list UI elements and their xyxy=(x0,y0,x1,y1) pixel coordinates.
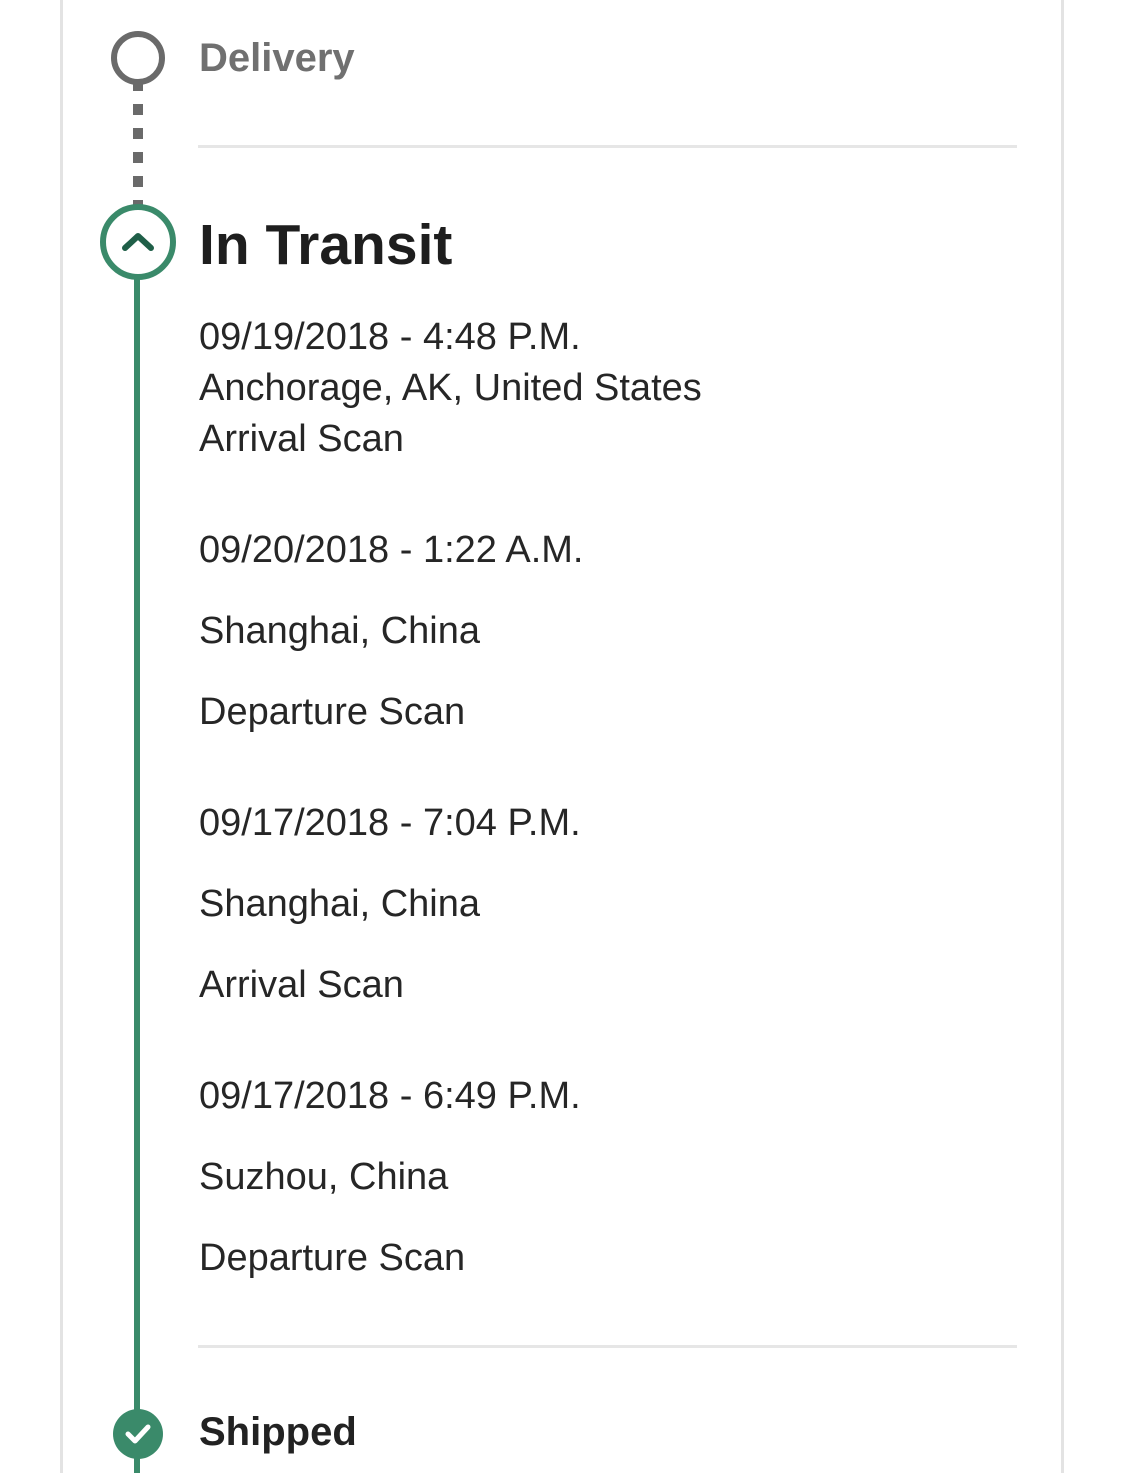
step-label-delivery: Delivery xyxy=(199,36,355,80)
event-location: Anchorage, AK, United States xyxy=(199,367,702,409)
step-label-in-transit: In Transit xyxy=(199,213,453,277)
check-icon xyxy=(125,1424,151,1444)
panel-right-border xyxy=(1061,0,1064,1473)
event-location: Shanghai, China xyxy=(199,883,480,925)
divider xyxy=(198,1345,1017,1348)
chevron-up-icon xyxy=(122,233,154,251)
event-activity: Departure Scan xyxy=(199,1237,466,1279)
timeline-pending-connector xyxy=(133,80,143,206)
event-location: Suzhou, China xyxy=(199,1156,449,1198)
event-activity: Arrival Scan xyxy=(199,964,404,1006)
empty-circle-icon xyxy=(111,31,165,85)
timeline-progress-connector xyxy=(134,276,140,1473)
event-activity: Departure Scan xyxy=(199,691,466,733)
check-circle-icon xyxy=(113,1409,163,1459)
collapse-toggle-button[interactable] xyxy=(100,204,176,280)
event-datetime: 09/17/2018 - 6:49 P.M. xyxy=(199,1075,581,1117)
event-datetime: 09/19/2018 - 4:48 P.M. xyxy=(199,316,581,358)
event-location: Shanghai, China xyxy=(199,610,480,652)
event-datetime: 09/17/2018 - 7:04 P.M. xyxy=(199,802,581,844)
divider xyxy=(198,145,1017,148)
event-datetime: 09/20/2018 - 1:22 A.M. xyxy=(199,529,584,571)
event-activity: Arrival Scan xyxy=(199,418,404,460)
step-label-shipped: Shipped xyxy=(199,1410,357,1454)
panel-left-border xyxy=(60,0,63,1473)
